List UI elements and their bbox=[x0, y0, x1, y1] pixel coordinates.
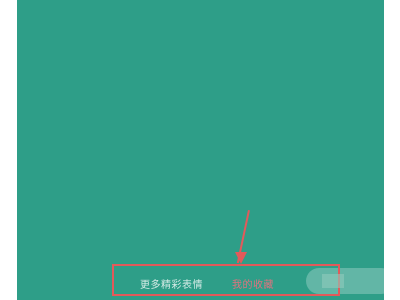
footer-side-item[interactable] bbox=[322, 274, 344, 288]
my-favorites-link[interactable]: 我的收藏 bbox=[232, 276, 274, 291]
more-emoji-link[interactable]: 更多精彩表情 bbox=[140, 276, 203, 291]
app-screen bbox=[17, 0, 384, 300]
annotation-arrow-head bbox=[235, 252, 247, 264]
screenshot-frame: 更多精彩表情 我的收藏 bbox=[0, 0, 400, 300]
